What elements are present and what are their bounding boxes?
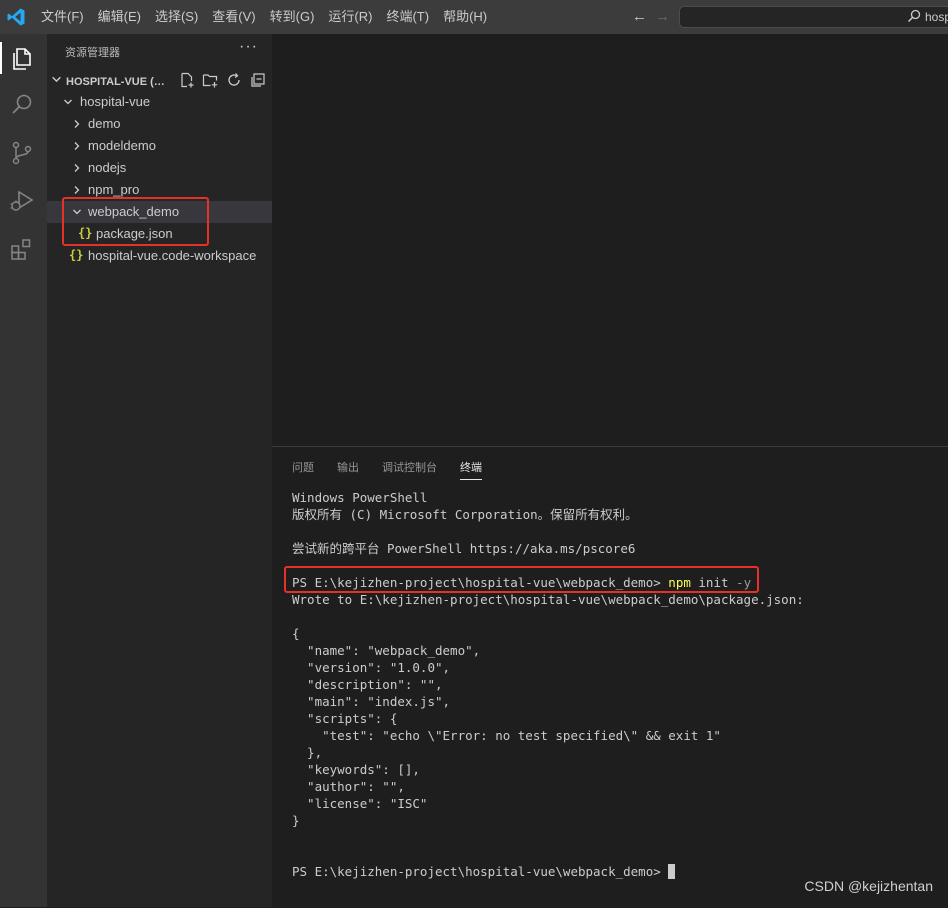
chevron-right-icon [74, 142, 80, 150]
terminal-line: "version": "1.0.0", [292, 660, 451, 675]
active-indicator [0, 42, 2, 74]
source-control-icon[interactable] [9, 140, 35, 166]
terminal-line: "author": "", [292, 779, 405, 794]
highlight-box-webpack-demo [62, 197, 209, 246]
tree-folder-modeldemo[interactable]: modeldemo [47, 135, 272, 157]
tree-label: nodejs [88, 160, 127, 175]
search-icon[interactable] [9, 92, 35, 118]
tree-label: demo [88, 116, 121, 131]
panel-tabs: 问题 输出 调试控制台 终端 [292, 459, 505, 480]
run-debug-icon[interactable] [9, 188, 35, 214]
explorer-title: 资源管理器 [65, 47, 120, 59]
extensions-icon[interactable] [9, 236, 35, 262]
tree-folder-demo[interactable]: demo [47, 113, 272, 135]
terminal-line: Wrote to E:\kejizhen-project\hospital-vu… [292, 592, 804, 607]
terminal-cursor [668, 864, 676, 879]
tab-terminal[interactable]: 终端 [460, 459, 482, 480]
tab-debug-console[interactable]: 调试控制台 [382, 459, 437, 480]
tree-file-code-workspace[interactable]: {} hospital-vue.code-workspace [47, 245, 272, 267]
tree-label: hospital-vue [80, 94, 151, 109]
explorer-files-icon[interactable] [9, 46, 35, 72]
title-bar: 文件(F) 编辑(E) 选择(S) 查看(V) 转到(G) 运行(R) 终端(T… [0, 0, 948, 34]
tab-problems[interactable]: 问题 [292, 459, 314, 480]
bottom-panel: 问题 输出 调试控制台 终端 Windows PowerShell 版权所有 (… [272, 446, 948, 908]
collapse-all-icon[interactable] [250, 72, 266, 88]
workspace-title: HOSPITAL-VUE (工作区) [66, 76, 174, 88]
explorer-sidebar: 资源管理器 ··· HOSPITAL-VUE (工作区) hospital-vu… [47, 34, 272, 907]
terminal-output[interactable]: Windows PowerShell 版权所有 (C) Microsoft Co… [292, 489, 804, 880]
terminal-line: "description": "", [292, 677, 443, 692]
menu-file[interactable]: 文件(F) [34, 0, 91, 34]
search-icon [907, 9, 921, 23]
tree-folder-hospital-vue[interactable]: hospital-vue [47, 91, 272, 113]
terminal-final-prompt-line: PS E:\kejizhen-project\hospital-vue\webp… [292, 863, 804, 880]
chevron-right-icon [74, 120, 80, 128]
terminal-line: "license": "ISC" [292, 796, 428, 811]
chevron-down-icon [64, 99, 72, 105]
new-file-icon[interactable] [179, 72, 195, 88]
tree-label: modeldemo [88, 138, 156, 153]
terminal-line: "test": "echo \"Error: no test specified… [292, 728, 721, 743]
menu-terminal[interactable]: 终端(T) [379, 0, 436, 34]
terminal-line: "main": "index.js", [292, 694, 451, 709]
tab-output[interactable]: 输出 [337, 459, 359, 480]
terminal-line: "keywords": [], [292, 762, 420, 777]
arrow-right-icon[interactable]: → [655, 8, 670, 25]
chevron-right-icon [74, 186, 80, 194]
menu-help[interactable]: 帮助(H) [436, 0, 494, 34]
arrow-left-icon[interactable]: ← [632, 8, 647, 25]
menu-view[interactable]: 查看(V) [205, 0, 262, 34]
tree-label: hospital-vue.code-workspace [88, 248, 257, 263]
menu-selection[interactable]: 选择(S) [148, 0, 205, 34]
menu-run[interactable]: 运行(R) [321, 0, 379, 34]
terminal-line: "scripts": { [292, 711, 398, 726]
new-folder-icon[interactable] [202, 72, 218, 88]
menu-edit[interactable]: 编辑(E) [91, 0, 148, 34]
terminal-line: { [292, 626, 300, 641]
terminal-line: Windows PowerShell [292, 490, 428, 505]
chevron-right-icon [74, 164, 80, 172]
tree-folder-nodejs[interactable]: nodejs [47, 157, 272, 179]
command-center-search[interactable]: hosp [679, 6, 948, 28]
watermark: CSDN @kejizhentan [804, 878, 933, 894]
workspace-header[interactable]: HOSPITAL-VUE (工作区) [47, 69, 272, 91]
search-text: hosp [925, 10, 948, 24]
refresh-icon[interactable] [226, 72, 242, 88]
terminal-line: }, [292, 745, 323, 760]
more-actions-icon[interactable]: ··· [239, 38, 258, 56]
json-file-icon: {} [69, 248, 84, 262]
menu-go[interactable]: 转到(G) [263, 0, 322, 34]
vscode-logo-icon [7, 8, 25, 26]
tree-label: npm_pro [88, 182, 140, 197]
terminal-line: 尝试新的跨平台 PowerShell https://aka.ms/pscore… [292, 541, 636, 556]
highlight-box-npm-command [284, 566, 759, 593]
terminal-line: 版权所有 (C) Microsoft Corporation。保留所有权利。 [292, 507, 638, 522]
terminal-prompt: PS E:\kejizhen-project\hospital-vue\webp… [292, 864, 669, 879]
menu-bar: 文件(F) 编辑(E) 选择(S) 查看(V) 转到(G) 运行(R) 终端(T… [34, 0, 494, 34]
chevron-down-icon [52, 76, 61, 83]
terminal-line: "name": "webpack_demo", [292, 643, 481, 658]
terminal-line: } [292, 813, 300, 828]
activity-bar [0, 34, 47, 907]
